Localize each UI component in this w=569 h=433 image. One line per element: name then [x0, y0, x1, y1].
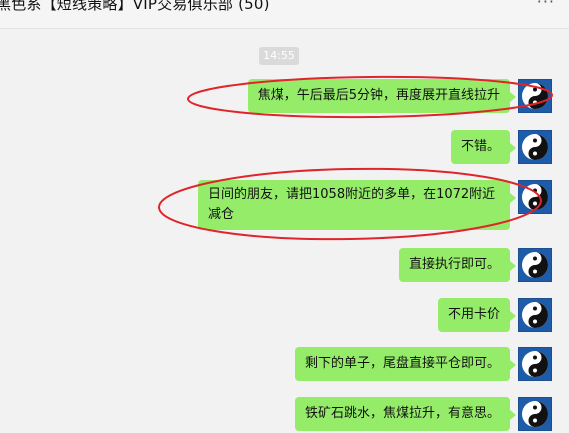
avatar[interactable] [518, 298, 552, 332]
yin-yang-icon [522, 252, 548, 278]
message-bubble[interactable]: 直接执行即可。 [398, 248, 517, 282]
message-text: 剩下的单子，尾盘直接平仓即可。 [304, 356, 500, 371]
message-text: 不用卡价 [447, 307, 500, 322]
chat-title: 黑色系【短线策略】VIP交易俱乐部 (50) [0, 0, 270, 13]
message-bubble[interactable]: 剩下的单子，尾盘直接平仓即可。 [294, 347, 517, 381]
yin-yang-icon [522, 134, 548, 160]
message-bubble[interactable]: 日间的朋友，请把1058附近的多单，在1072附近减仓 [198, 180, 516, 230]
message-text: 不错。 [460, 139, 500, 154]
avatar[interactable] [518, 79, 552, 113]
yin-yang-icon [522, 83, 548, 109]
message-bubble[interactable]: 不错。 [450, 130, 517, 164]
message-text: 日间的朋友，请把1058附近的多单，在1072附近减仓 [208, 187, 496, 222]
message-text: 直接执行即可。 [408, 257, 500, 272]
avatar[interactable] [518, 397, 552, 431]
message-bubble[interactable]: 焦煤，午后最后5分钟，再度展开直线拉升 [247, 79, 517, 113]
avatar[interactable] [518, 248, 552, 282]
yin-yang-icon [522, 351, 548, 377]
yin-yang-icon [522, 184, 548, 210]
yin-yang-icon [522, 302, 548, 328]
window-titlebar: 黑色系【短线策略】VIP交易俱乐部 (50) ··· [0, 0, 569, 29]
message-bubble[interactable]: 不用卡价 [437, 298, 517, 332]
message-bubble[interactable]: 铁矿石跳水，焦煤拉升，有意思。 [294, 397, 517, 431]
message-text: 铁矿石跳水，焦煤拉升，有意思。 [304, 406, 500, 421]
avatar[interactable] [518, 347, 552, 381]
more-options-button[interactable]: ··· [537, 0, 555, 11]
avatar[interactable] [518, 130, 552, 164]
yin-yang-icon [522, 401, 548, 427]
message-text: 焦煤，午后最后5分钟，再度展开直线拉升 [257, 88, 500, 103]
avatar[interactable] [518, 180, 552, 214]
message-timestamp: 14:55 [259, 47, 299, 65]
